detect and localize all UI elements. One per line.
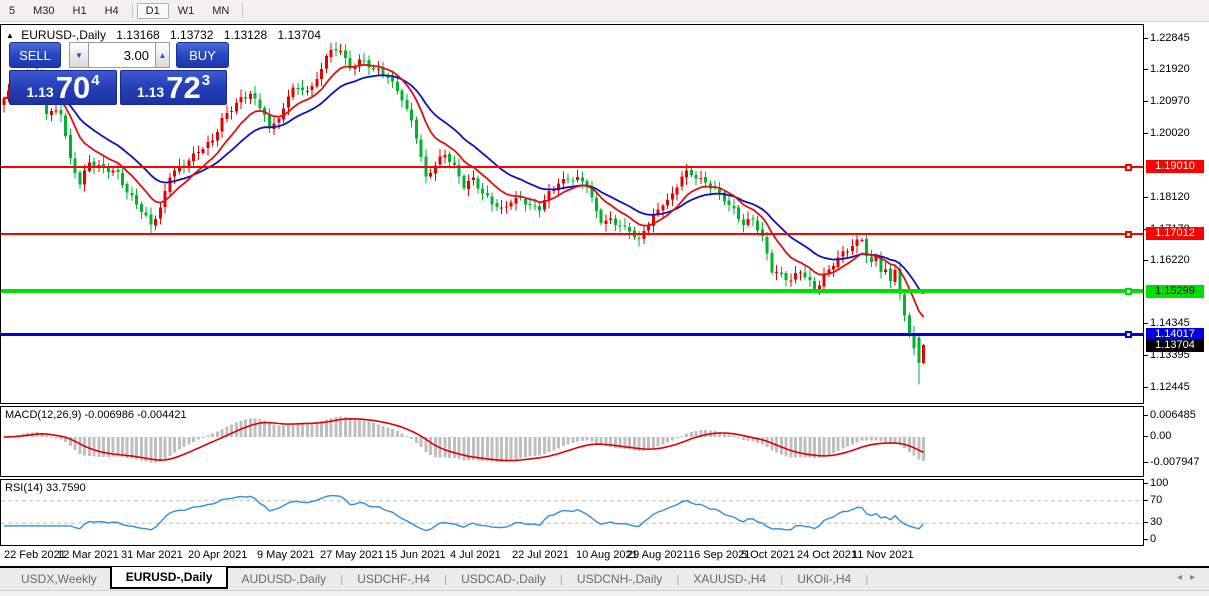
axis-tick-label: 1.12445 [1144, 381, 1190, 393]
rsi-chart [1, 480, 1143, 545]
volume-decrease-button[interactable]: ▼ [69, 42, 89, 68]
date-tick-label: 5 Oct 2021 [741, 549, 795, 561]
chart-tab-usdx-weekly[interactable]: USDX,Weekly [8, 569, 110, 589]
right-axis: 1.228451.219201.209701.200201.181201.171… [1144, 0, 1209, 596]
toolbar-separator [242, 3, 243, 18]
axis-tick-label: 70 [1144, 494, 1162, 506]
level-handle-icon[interactable] [1125, 231, 1132, 238]
bottom-scrollbar-strip[interactable] [0, 590, 1209, 596]
symbol-marker-icon: ▲ [6, 31, 14, 40]
date-tick-label: 9 May 2021 [257, 549, 314, 561]
level-handle-icon[interactable] [1125, 288, 1132, 295]
timeframe-button-M30[interactable]: M30 [24, 3, 63, 19]
level-line-1.17012[interactable] [1, 233, 1143, 235]
tab-separator: | [864, 572, 869, 586]
date-tick-label: 4 Jul 2021 [450, 549, 501, 561]
sell-price-display[interactable]: 1.13 70 4 [9, 70, 117, 105]
macd-title: MACD(12,26,9) -0.006986 -0.004421 [5, 409, 187, 421]
sell-button[interactable]: SELL [9, 42, 61, 68]
level-line-1.19010[interactable] [1, 166, 1143, 168]
buy-price-big: 72 [166, 72, 200, 103]
date-tick-label: 12 Mar 2021 [57, 549, 119, 561]
rsi-indicator-panel[interactable]: RSI(14) 33.7590 [0, 479, 1144, 546]
level-badge: 1.19010 [1146, 160, 1204, 173]
rsi-title: RSI(14) 33.7590 [5, 482, 86, 494]
axis-tick-label: 1.20970 [1144, 95, 1190, 107]
date-tick-label: 11 Nov 2021 [852, 549, 914, 561]
current-price-badge: 1.13704 [1146, 339, 1204, 352]
date-tick-label: 15 Jun 2021 [385, 549, 446, 561]
date-tick-label: 31 Mar 2021 [121, 549, 183, 561]
date-tick-label: 24 Oct 2021 [797, 549, 857, 561]
level-badge: 1.15299 [1146, 285, 1204, 298]
chart-tab-usdcad-daily[interactable]: USDCAD-,Daily [448, 569, 559, 589]
chart-tab-ukoil-h4[interactable]: UKOil-,H4 [784, 569, 864, 589]
sell-price-prefix: 1.13 [26, 84, 53, 100]
axis-tick-label: 100 [1144, 477, 1168, 489]
level-handle-icon[interactable] [1125, 164, 1132, 171]
axis-tick-label: 1.20020 [1144, 127, 1190, 139]
main-chart-panel[interactable]: ▲ EURUSD-,Daily 1.13168 1.13732 1.13128 … [0, 24, 1144, 404]
chart-tab-usdchf-h4[interactable]: USDCHF-,H4 [344, 569, 443, 589]
level-handle-icon[interactable] [1125, 331, 1132, 338]
axis-tick-label: 30 [1144, 516, 1162, 528]
axis-tick-label: 1.22845 [1144, 32, 1190, 44]
terminal-window: 5M30H1H4 D1W1MN ▲ EURUSD-,Daily 1.13168 1… [0, 0, 1209, 596]
date-tick-label: 29 Aug 2021 [627, 549, 689, 561]
axis-tick-label: -0.007947 [1144, 456, 1200, 468]
level-badge: 1.17012 [1146, 227, 1204, 240]
chart-tab-audusd-daily[interactable]: AUDUSD-,Daily [228, 569, 339, 589]
buy-price-pip: 3 [202, 72, 210, 89]
chart-tab-eurusd-daily[interactable]: EURUSD-,Daily [110, 567, 229, 589]
quote-open: 1.13168 [116, 28, 159, 42]
quote-close: 1.13704 [278, 28, 321, 42]
chart-tab-bar: USDX,WeeklyEURUSD-,DailyAUDUSD-,Daily | US… [0, 566, 1209, 590]
timeframe-button-H4[interactable]: H4 [96, 3, 128, 19]
spinner-up-icon: ▲ [159, 51, 167, 60]
timeframe-toolbar: 5M30H1H4 D1W1MN [0, 0, 1209, 22]
axis-tick-label: 1.18120 [1144, 191, 1190, 203]
axis-tick-label: 0.00 [1144, 430, 1171, 442]
date-tick-label: 20 Apr 2021 [188, 549, 247, 561]
timeframe-button-MN[interactable]: MN [203, 3, 238, 19]
buy-price-prefix: 1.13 [137, 84, 164, 100]
date-tick-label: 27 May 2021 [320, 549, 384, 561]
timeframe-button-5[interactable]: 5 [0, 3, 24, 19]
sell-price-pip: 4 [91, 72, 99, 89]
axis-tick-label: 0 [1144, 533, 1156, 545]
buy-price-display[interactable]: 1.13 72 3 [120, 70, 227, 105]
timeframe-button-H1[interactable]: H1 [64, 3, 96, 19]
macd-indicator-panel[interactable]: MACD(12,26,9) -0.006986 -0.004421 [0, 406, 1144, 477]
tab-list: USDX,WeeklyEURUSD-,DailyAUDUSD-,Daily | US… [8, 568, 869, 590]
axis-tick-label: 1.16220 [1144, 254, 1190, 266]
volume-input[interactable]: 3.00 [89, 42, 155, 68]
buy-button[interactable]: BUY [176, 42, 229, 68]
quote-low: 1.13128 [224, 28, 267, 42]
quote-high: 1.13732 [170, 28, 213, 42]
date-axis: 22 Feb 202112 Mar 202131 Mar 202120 Apr … [0, 546, 1144, 566]
toolbar-separator [132, 3, 133, 18]
level-line-1.15299[interactable] [1, 289, 1143, 293]
chart-tab-usdcnh-daily[interactable]: USDCNH-,Daily [564, 569, 675, 589]
spinner-down-icon: ▼ [75, 51, 83, 60]
chart-title: ▲ EURUSD-,Daily 1.13168 1.13732 1.13128 … [6, 28, 321, 42]
date-tick-label: 22 Jul 2021 [512, 549, 569, 561]
axis-tick-label: 0.006485 [1144, 409, 1196, 421]
chart-symbol-label: EURUSD-,Daily [21, 28, 106, 42]
timeframe-button-D1[interactable]: D1 [137, 3, 169, 19]
chart-tab-xauusd-h4[interactable]: XAUUSD-,H4 [680, 569, 779, 589]
level-line-1.14017[interactable] [1, 333, 1143, 336]
volume-increase-button[interactable]: ▲ [155, 42, 170, 68]
sell-price-big: 70 [56, 72, 90, 103]
one-click-trade-panel: SELL ▼ 3.00 ▲ BUY 1.13 70 4 1.13 72 [9, 42, 229, 105]
axis-tick-label: 1.21920 [1144, 63, 1190, 75]
timeframe-button-W1[interactable]: W1 [169, 3, 204, 19]
